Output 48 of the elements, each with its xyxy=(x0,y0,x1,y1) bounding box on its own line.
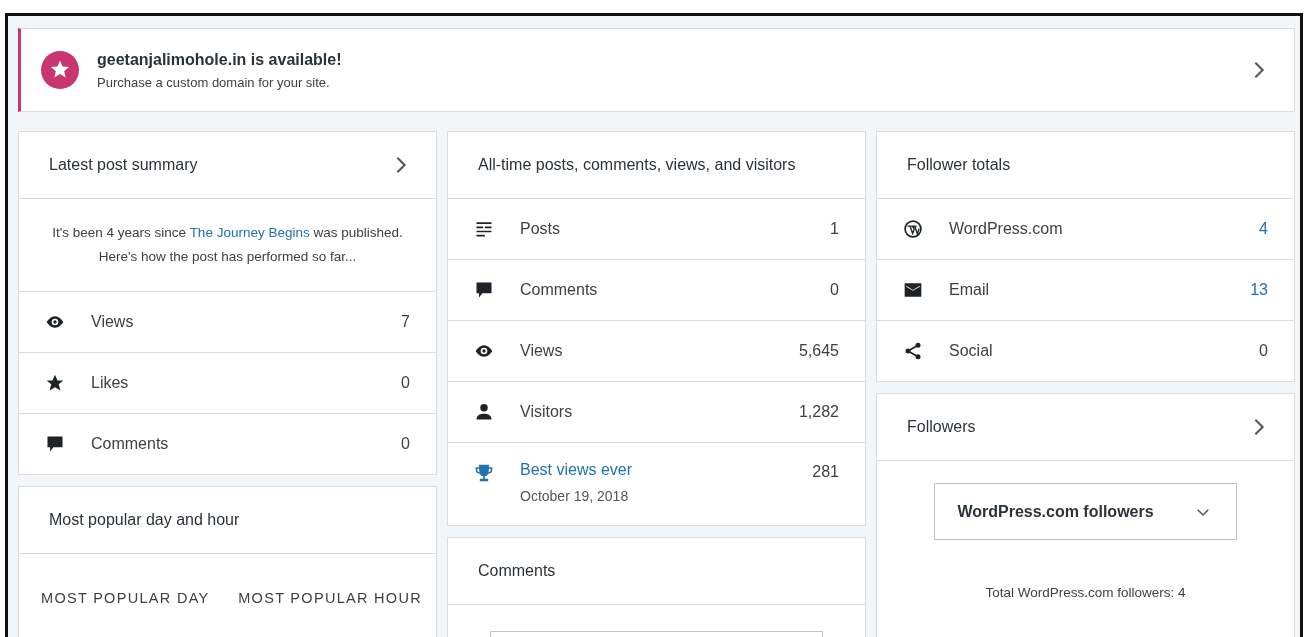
stat-label: Views xyxy=(91,313,135,331)
banner-title: geetanjalimohole.in is available! xyxy=(97,50,343,69)
summary-text: It's been 4 years since The Journey Begins was published. Here's how the post has performed so far... xyxy=(51,224,404,266)
stat-value: 5,645 xyxy=(798,342,839,360)
speech-bubble-icon xyxy=(45,434,65,454)
card-title: Latest post summary xyxy=(49,156,198,174)
followers-dropdown[interactable]: WordPress.com followers xyxy=(934,483,1237,540)
share-icon xyxy=(903,341,923,361)
trophy-icon xyxy=(474,463,494,483)
star-badge-icon xyxy=(41,51,79,89)
stat-label: Email xyxy=(949,281,990,299)
card-title: Followers xyxy=(907,418,976,436)
star-icon xyxy=(45,373,65,393)
stat-value: 281 xyxy=(812,463,839,481)
stat-label: Views xyxy=(520,342,564,360)
count-link[interactable]: 4 xyxy=(1259,220,1268,238)
stat-label: WordPress.com xyxy=(949,220,1064,238)
best-views-link[interactable]: Best views ever xyxy=(520,461,813,479)
column-heading: MOST POPULAR DAY xyxy=(41,590,210,606)
speech-bubble-icon xyxy=(474,280,494,300)
card-title: Most popular day and hour xyxy=(49,511,240,529)
stat-value: 7 xyxy=(401,313,410,331)
stat-value: 0 xyxy=(401,435,410,453)
post-link[interactable]: The Journey Begins xyxy=(189,225,310,240)
person-icon xyxy=(474,402,494,422)
count-link[interactable]: 13 xyxy=(1250,281,1268,299)
banner-subtitle: Purchase a custom domain for your site. xyxy=(97,74,331,90)
stat-label: Posts xyxy=(520,220,561,238)
card-title: Follower totals xyxy=(907,156,1011,174)
stat-label: Likes xyxy=(91,374,130,392)
followers-total: Total WordPress.com followers: 4 xyxy=(985,585,1186,600)
column-heading: MOST POPULAR HOUR xyxy=(238,590,422,606)
stat-value: 0 xyxy=(401,374,410,392)
stat-value: 0 xyxy=(830,281,839,299)
stat-label: Social xyxy=(949,342,994,360)
stat-label: Visitors xyxy=(520,403,574,421)
stat-value: 1 xyxy=(830,220,839,238)
stat-value: 0 xyxy=(1259,342,1268,360)
domain-banner[interactable]: geetanjalimohole.in is available! Purchase a custom domain for your site. xyxy=(18,28,1295,112)
date-text: October 19, 2018 xyxy=(520,488,630,504)
envelope-icon xyxy=(903,280,923,300)
stat-label: Comments xyxy=(520,281,599,299)
wordpress-logo-icon xyxy=(903,219,923,239)
stat-label: Comments xyxy=(91,435,170,453)
stat-value: 1,282 xyxy=(798,403,839,421)
card-title: Comments xyxy=(478,562,556,580)
lines-icon xyxy=(474,219,494,239)
card-title: All-time posts, comments, views, and visitors xyxy=(478,156,796,174)
